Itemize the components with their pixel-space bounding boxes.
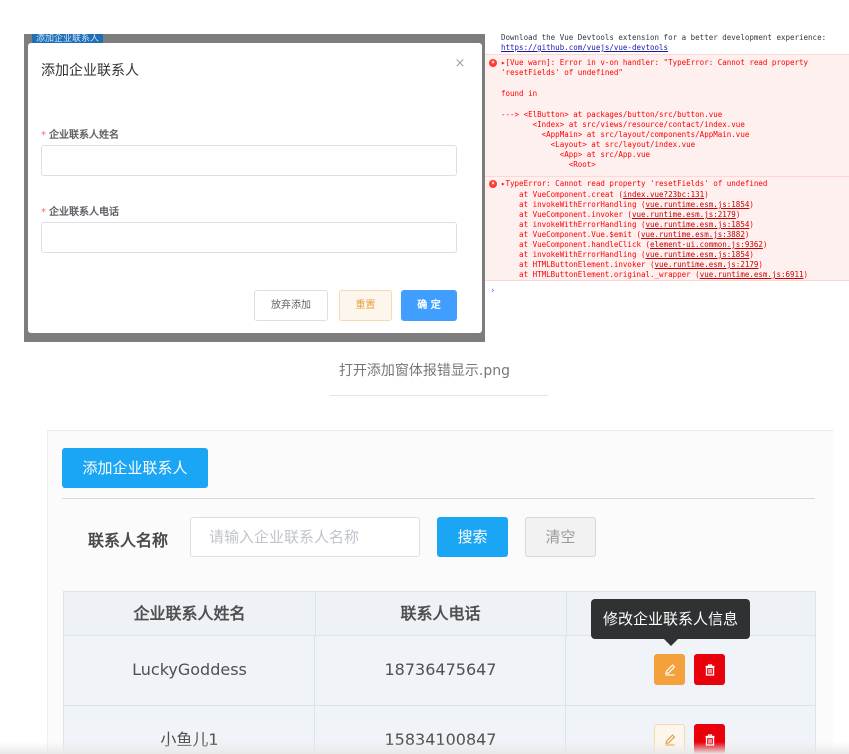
name-label-text: 企业联系人姓名 <box>49 130 119 141</box>
stack-text-end: ) <box>749 200 754 209</box>
cell-name: LuckyGoddess <box>132 660 247 679</box>
stack-source-link[interactable]: element-ui.common.js:9362 <box>650 240 763 249</box>
stack-source-link[interactable]: vue.runtime.esm.js:1854 <box>646 220 750 229</box>
stack-text: at VueComponent.invoker ( <box>501 210 632 219</box>
stack-text: at invokeWithErrorHandling ( <box>501 250 646 259</box>
trace-line: <Layout> at src/layout/index.vue <box>501 140 696 149</box>
edit-tooltip: 修改企业联系人信息 <box>591 599 750 639</box>
devtools-console: Download the Vue Devtools extension for … <box>485 30 849 348</box>
add-contact-button[interactable]: 添加企业联系人 <box>62 448 208 488</box>
trash-icon <box>705 663 714 676</box>
stack-text-end: ) <box>735 210 741 219</box>
warn-line: 'resetFields' of undefined" <box>501 68 623 77</box>
divider <box>62 498 815 499</box>
column-header-name: 企业联系人姓名 <box>133 604 246 623</box>
stack-text: at HTMLButtonElement.invoker ( <box>501 260 655 269</box>
column-divider <box>314 636 315 706</box>
stack-source-link[interactable]: vue.runtime.esm.js:2179 <box>655 260 759 269</box>
column-divider <box>315 592 316 637</box>
delete-button[interactable] <box>694 654 725 685</box>
table-row: LuckyGoddess 18736475647 <box>63 636 816 706</box>
stack-source-link[interactable]: index.vue?23bc:131 <box>623 190 704 199</box>
trace-line: <Root> <box>501 160 596 169</box>
close-icon[interactable]: × <box>453 57 467 71</box>
column-divider <box>565 636 566 706</box>
required-mark: * <box>41 207 46 218</box>
stack-source-link[interactable]: vue.runtime.esm.js:6911 <box>700 270 804 279</box>
bottom-shadow <box>0 742 849 754</box>
image-caption: 打开添加窗体报错显示.png <box>338 363 511 379</box>
stack-text-end: ) <box>749 250 754 259</box>
trace-line: <Index> at src/views/resource/contact/in… <box>501 120 745 129</box>
dialog-screenshot: 添加企业联系人 添加企业联系人 × * 企业联系人姓名 * 企业联系人电话 放弃添加… <box>24 34 485 342</box>
stack-text-end: ) <box>744 230 750 239</box>
search-label: 联系人名称 <box>88 531 169 550</box>
trace-line: <AppMain> at src/layout/components/AppMa… <box>501 130 750 139</box>
contact-name-input[interactable] <box>41 145 457 176</box>
stack-line: at invokeWithErrorHandling (vue.runtime.… <box>501 220 754 229</box>
stack-line: at HTMLButtonElement.original._wrapper (… <box>501 270 808 279</box>
warn-line: ▸[Vue warn]: Error in v-on handler: "Typ… <box>501 58 809 67</box>
pencil-icon <box>664 663 675 676</box>
abandon-button[interactable]: 放弃添加 <box>254 290 328 321</box>
type-error-block: × ▸TypeError: Cannot read property 'rese… <box>485 176 849 281</box>
stack-source-link[interactable]: vue.runtime.esm.js:2179 <box>632 210 736 219</box>
stack-line: at VueComponent.Vue.$emit (vue.runtime.e… <box>501 230 749 239</box>
error-icon: × <box>489 180 497 188</box>
console-devtools-link[interactable]: https://github.com/vuejs/vue-devtools <box>501 43 668 52</box>
reset-button[interactable]: 重置 <box>339 290 392 321</box>
edit-button[interactable] <box>654 654 685 685</box>
column-divider <box>566 592 567 637</box>
stack-line: at invokeWithErrorHandling (vue.runtime.… <box>501 250 754 259</box>
required-mark: * <box>41 130 46 141</box>
stack-source-link[interactable]: vue.runtime.esm.js:1854 <box>646 250 750 259</box>
name-field-label: * 企业联系人姓名 <box>41 126 119 141</box>
stack-line: at VueComponent.handleClick (element-ui.… <box>501 240 767 249</box>
stack-source-link[interactable]: vue.runtime.esm.js:1854 <box>646 200 750 209</box>
stack-text: at VueComponent.creat ( <box>501 190 623 199</box>
phone-label-text: 企业联系人电话 <box>49 207 119 218</box>
cell-phone: 18736475647 <box>384 660 497 679</box>
dialog-title: 添加企业联系人 <box>41 63 139 79</box>
stack-text-end: ) <box>758 260 763 269</box>
error-icon: × <box>489 59 497 67</box>
console-prompt[interactable]: › <box>490 286 495 296</box>
caption-divider <box>330 395 548 396</box>
search-input[interactable] <box>190 517 420 557</box>
column-header-phone: 联系人电话 <box>400 604 481 623</box>
contact-list-screenshot: 添加企业联系人 联系人名称 搜索 清空 企业联系人姓名 联系人电话 LuckyG… <box>47 430 833 754</box>
contact-phone-input[interactable] <box>41 222 457 253</box>
stack-line: at VueComponent.invoker (vue.runtime.esm… <box>501 210 740 219</box>
type-error-line: ▸TypeError: Cannot read property 'resetF… <box>501 179 768 188</box>
tooltip-arrow <box>664 639 678 646</box>
stack-text: at invokeWithErrorHandling ( <box>501 220 646 229</box>
console-intro: Download the Vue Devtools extension for … <box>501 33 827 42</box>
search-button[interactable]: 搜索 <box>437 517 508 557</box>
phone-field-label: * 企业联系人电话 <box>41 203 119 218</box>
stack-line: at invokeWithErrorHandling (vue.runtime.… <box>501 200 754 209</box>
stack-text: at VueComponent.Vue.$emit ( <box>501 230 641 239</box>
stack-text-end: ) <box>749 220 754 229</box>
vue-warn-block: × ▸[Vue warn]: Error in v-on handler: "T… <box>485 54 849 180</box>
stack-text: at VueComponent.handleClick ( <box>501 240 651 249</box>
stack-text: at HTMLButtonElement.original._wrapper ( <box>501 270 700 279</box>
stack-line: at VueComponent.creat (index.vue?23bc:13… <box>501 190 709 199</box>
clear-button[interactable]: 清空 <box>525 517 596 557</box>
trace-line: <App> at src/App.vue <box>501 150 651 159</box>
stack-text-end: ) <box>762 240 768 249</box>
add-contact-dialog: 添加企业联系人 × * 企业联系人姓名 * 企业联系人电话 放弃添加 重置 确 定 <box>28 43 482 333</box>
found-in: found in <box>501 89 538 98</box>
stack-source-link[interactable]: vue.runtime.esm.js:3882 <box>641 230 745 239</box>
confirm-button[interactable]: 确 定 <box>401 290 457 321</box>
stack-text: at invokeWithErrorHandling ( <box>501 200 646 209</box>
stack-text-end: ) <box>803 270 809 279</box>
stack-line: at HTMLButtonElement.invoker (vue.runtim… <box>501 260 763 269</box>
trace-line: ---> <ElButton> at packages/button/src/b… <box>501 110 723 119</box>
stack-text-end: ) <box>704 190 709 199</box>
